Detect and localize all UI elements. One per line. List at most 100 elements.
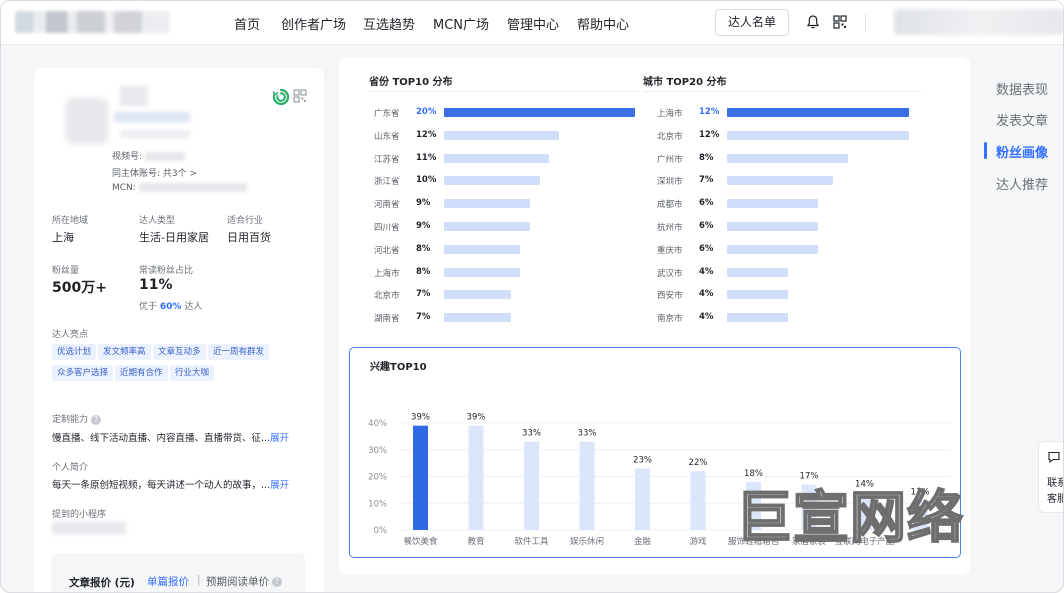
mcn-value — [138, 183, 247, 192]
province-percent: 8% — [416, 266, 431, 277]
section-nav-performance[interactable]: 数据表现 — [996, 79, 1048, 98]
nav-mcn-square[interactable]: MCN广场 — [433, 14, 489, 33]
tag-high-interaction: 文章互动多 — [153, 344, 206, 360]
city-row: 南京市 4% — [657, 310, 909, 326]
nav-home[interactable]: 首页 — [234, 14, 260, 33]
city-percent: 6% — [699, 198, 714, 209]
city-bar — [727, 313, 788, 323]
contact-service-button[interactable]: 联系 客服 — [1038, 441, 1063, 513]
profile-card: 视频号: 同主体账号: 共3个 > MCN: 所在地域 上海 达人类型 生活-日… — [34, 68, 324, 592]
province-bar — [444, 267, 521, 277]
watermark: 巨宣网络 — [735, 485, 964, 552]
city-name: 上海市 — [657, 109, 683, 119]
talent-list-button[interactable]: 达人名单 — [715, 9, 789, 36]
qr-code-icon[interactable] — [293, 89, 307, 105]
city-name: 南京市 — [657, 314, 683, 325]
quote-title: 文章报价 (元) — [69, 577, 135, 589]
channel-id-value — [145, 152, 186, 161]
contact-label-line1: 联系 — [1047, 478, 1063, 489]
city-bar — [727, 244, 818, 254]
nav-divider — [865, 14, 866, 32]
custom-expand-link[interactable]: 展开 — [270, 433, 289, 444]
help-icon[interactable]: ? — [272, 577, 282, 587]
city-name: 成都市 — [657, 200, 683, 211]
qr-grid-icon[interactable] — [832, 14, 848, 30]
quote-tab-single[interactable]: 单篇报价 — [147, 574, 189, 589]
tag-frequent-posting: 发文频率高 — [98, 344, 151, 360]
province-bar — [444, 130, 559, 140]
profile-name — [120, 86, 148, 106]
channel-id-row: 视频号: — [112, 149, 186, 162]
province-name: 河南省 — [374, 200, 400, 211]
province-row: 上海市 8% — [374, 265, 635, 281]
wechat-channels-icon[interactable] — [272, 88, 290, 106]
read-ratio-label: 常读粉丝占比 — [139, 266, 194, 276]
interest-category-label: 金融 — [634, 536, 652, 547]
province-bar — [444, 153, 550, 163]
nav-management[interactable]: 管理中心 — [507, 14, 559, 33]
city-divider — [643, 91, 921, 92]
bell-icon[interactable] — [805, 14, 821, 30]
industry-value: 日用百货 — [227, 231, 271, 244]
mini-program-label: 提到的小程序 — [52, 510, 107, 520]
section-nav-articles[interactable]: 发表文章 — [996, 110, 1048, 129]
custom-ability-label: 定制能力? — [52, 412, 102, 425]
province-name: 四川省 — [374, 223, 400, 233]
read-ratio-note: 优于 60% 达人 — [139, 302, 203, 312]
city-bar — [727, 108, 909, 117]
city-row: 杭州市 6% — [657, 219, 909, 235]
province-bar — [444, 222, 530, 231]
interest-category-label: 教育 — [467, 536, 484, 547]
industry-label: 适合行业 — [227, 216, 264, 226]
city-percent: 12% — [699, 129, 720, 140]
province-bar — [444, 290, 511, 300]
highlights-label: 达人亮点 — [52, 330, 89, 340]
intro-expand-link[interactable]: 展开 — [270, 480, 289, 491]
nav-trends[interactable]: 互选趋势 — [363, 14, 415, 33]
y-tick-label: 10% — [368, 499, 387, 509]
province-percent: 10% — [416, 175, 437, 186]
city-bar — [727, 267, 788, 277]
quote-tab-read-price[interactable]: 预期阅读单价? — [206, 574, 282, 589]
city-row: 深圳市 7% — [657, 173, 909, 189]
province-row: 湖南省 7% — [374, 310, 635, 326]
same-account-count[interactable]: 共3个 > — [163, 169, 197, 179]
y-tick-label: 40% — [368, 419, 387, 429]
interest-value-label: 23% — [633, 455, 652, 465]
interest-category-label: 软件工具 — [514, 536, 549, 547]
brand-logo[interactable] — [15, 11, 170, 33]
chat-icon — [1048, 451, 1060, 464]
interest-bar — [579, 441, 595, 530]
city-bar — [727, 290, 788, 300]
mcn-label: MCN: — [112, 183, 136, 193]
nav-creator-square[interactable]: 创作者广场 — [281, 14, 346, 33]
tag-preferred-plan: 优选计划 — [52, 344, 97, 360]
city-percent: 6% — [699, 243, 714, 254]
fans-label: 粉丝量 — [52, 266, 80, 276]
city-percent: 4% — [699, 266, 714, 277]
province-name: 浙江省 — [374, 177, 400, 188]
province-row: 山东省 12% — [374, 128, 635, 144]
province-name: 江苏省 — [374, 154, 400, 165]
same-account-row[interactable]: 同主体账号: 共3个 > — [112, 166, 197, 179]
section-nav-fans-portrait[interactable]: 粉丝画像 — [996, 142, 1048, 161]
region-label: 所在地域 — [52, 216, 89, 226]
help-icon[interactable]: ? — [91, 414, 102, 425]
province-bar — [444, 244, 521, 254]
province-percent: 9% — [416, 221, 431, 231]
contact-label-line2: 客服 — [1047, 494, 1063, 505]
interest-category-label: 餐饮美食 — [403, 536, 438, 547]
section-nav-recommend[interactable]: 达人推荐 — [996, 174, 1048, 193]
province-name: 山东省 — [374, 131, 400, 142]
city-percent: 6% — [699, 221, 714, 231]
province-bar — [444, 108, 635, 117]
province-percent: 8% — [416, 243, 431, 254]
city-name: 深圳市 — [657, 177, 683, 188]
app-window: 首页 创作者广场 互选趋势 MCN广场 管理中心 帮助中心 达人名单 视频号: … — [0, 0, 1064, 593]
city-percent: 4% — [699, 289, 714, 300]
nav-help[interactable]: 帮助中心 — [577, 14, 629, 33]
custom-ability-text: 慢直播、线下活动直播、内容直播、直播带货、征...展开 — [52, 433, 290, 444]
section-nav-indicator — [984, 142, 987, 159]
quote-section: 文章报价 (元) 单篇报价 | 预期阅读单价? — [51, 553, 305, 592]
province-percent: 9% — [416, 198, 431, 209]
